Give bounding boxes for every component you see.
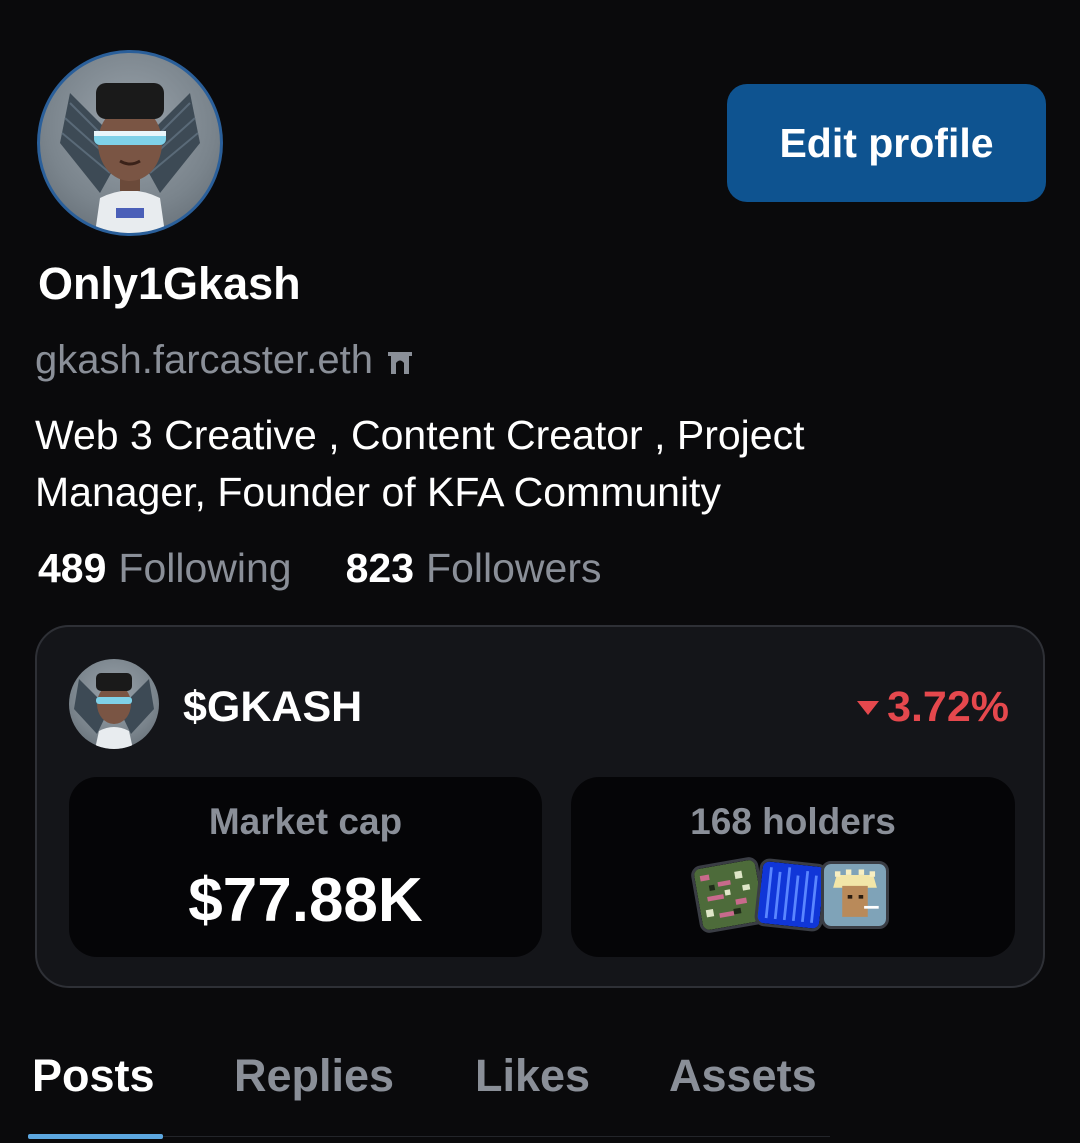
handle-text: gkash.farcaster.eth [35, 338, 373, 382]
followers-stat[interactable]: 823 Followers [346, 545, 602, 592]
holders-card[interactable]: 168 holders [571, 777, 1015, 957]
token-symbol: $GKASH [183, 683, 363, 731]
holder-avatars [689, 855, 895, 937]
holder-avatar [753, 857, 829, 933]
token-avatar [69, 659, 159, 749]
tab-posts[interactable]: Posts [32, 1050, 155, 1102]
avatar-image [60, 83, 200, 233]
token-card[interactable]: $GKASH 3.72% Market cap $77.88K 168 hold… [35, 625, 1045, 988]
profile-avatar[interactable] [37, 50, 223, 236]
market-cap-label: Market cap [208, 801, 403, 842]
token-price-change: 3.72% [857, 683, 1009, 732]
follow-stats: 489 Following 823 Followers [38, 545, 601, 592]
market-cap-card: Market cap $77.88K [69, 777, 542, 957]
handle-row: gkash.farcaster.eth [35, 338, 415, 383]
followers-count: 823 [345, 545, 415, 591]
profile-bio: Web 3 Creative , Content Creator , Proje… [35, 412, 805, 515]
edit-profile-button[interactable]: Edit profile [727, 84, 1046, 202]
active-tab-indicator [28, 1134, 163, 1139]
following-label: Following [118, 545, 292, 591]
market-cap-value: $77.88K [188, 866, 423, 935]
profile-page: Edit profile Only1Gkash gkash.farcaster.… [0, 0, 1080, 1143]
tab-likes[interactable]: Likes [475, 1050, 590, 1102]
tab-replies[interactable]: Replies [234, 1050, 394, 1102]
token-avatar-image [74, 673, 154, 749]
holders-label: 168 holders [690, 801, 896, 842]
followers-label: Followers [426, 545, 602, 591]
display-name: Only1Gkash [38, 258, 301, 309]
token-change-value: 3.72% [887, 683, 1009, 731]
caret-down-icon [857, 700, 880, 715]
following-count: 489 [38, 545, 107, 591]
profile-tabs: Posts Replies Likes Assets [0, 1040, 1080, 1143]
following-stat[interactable]: 489 Following [38, 545, 292, 592]
holder-avatar [821, 861, 889, 929]
arch-icon [387, 351, 412, 374]
tab-assets[interactable]: Assets [669, 1050, 817, 1102]
